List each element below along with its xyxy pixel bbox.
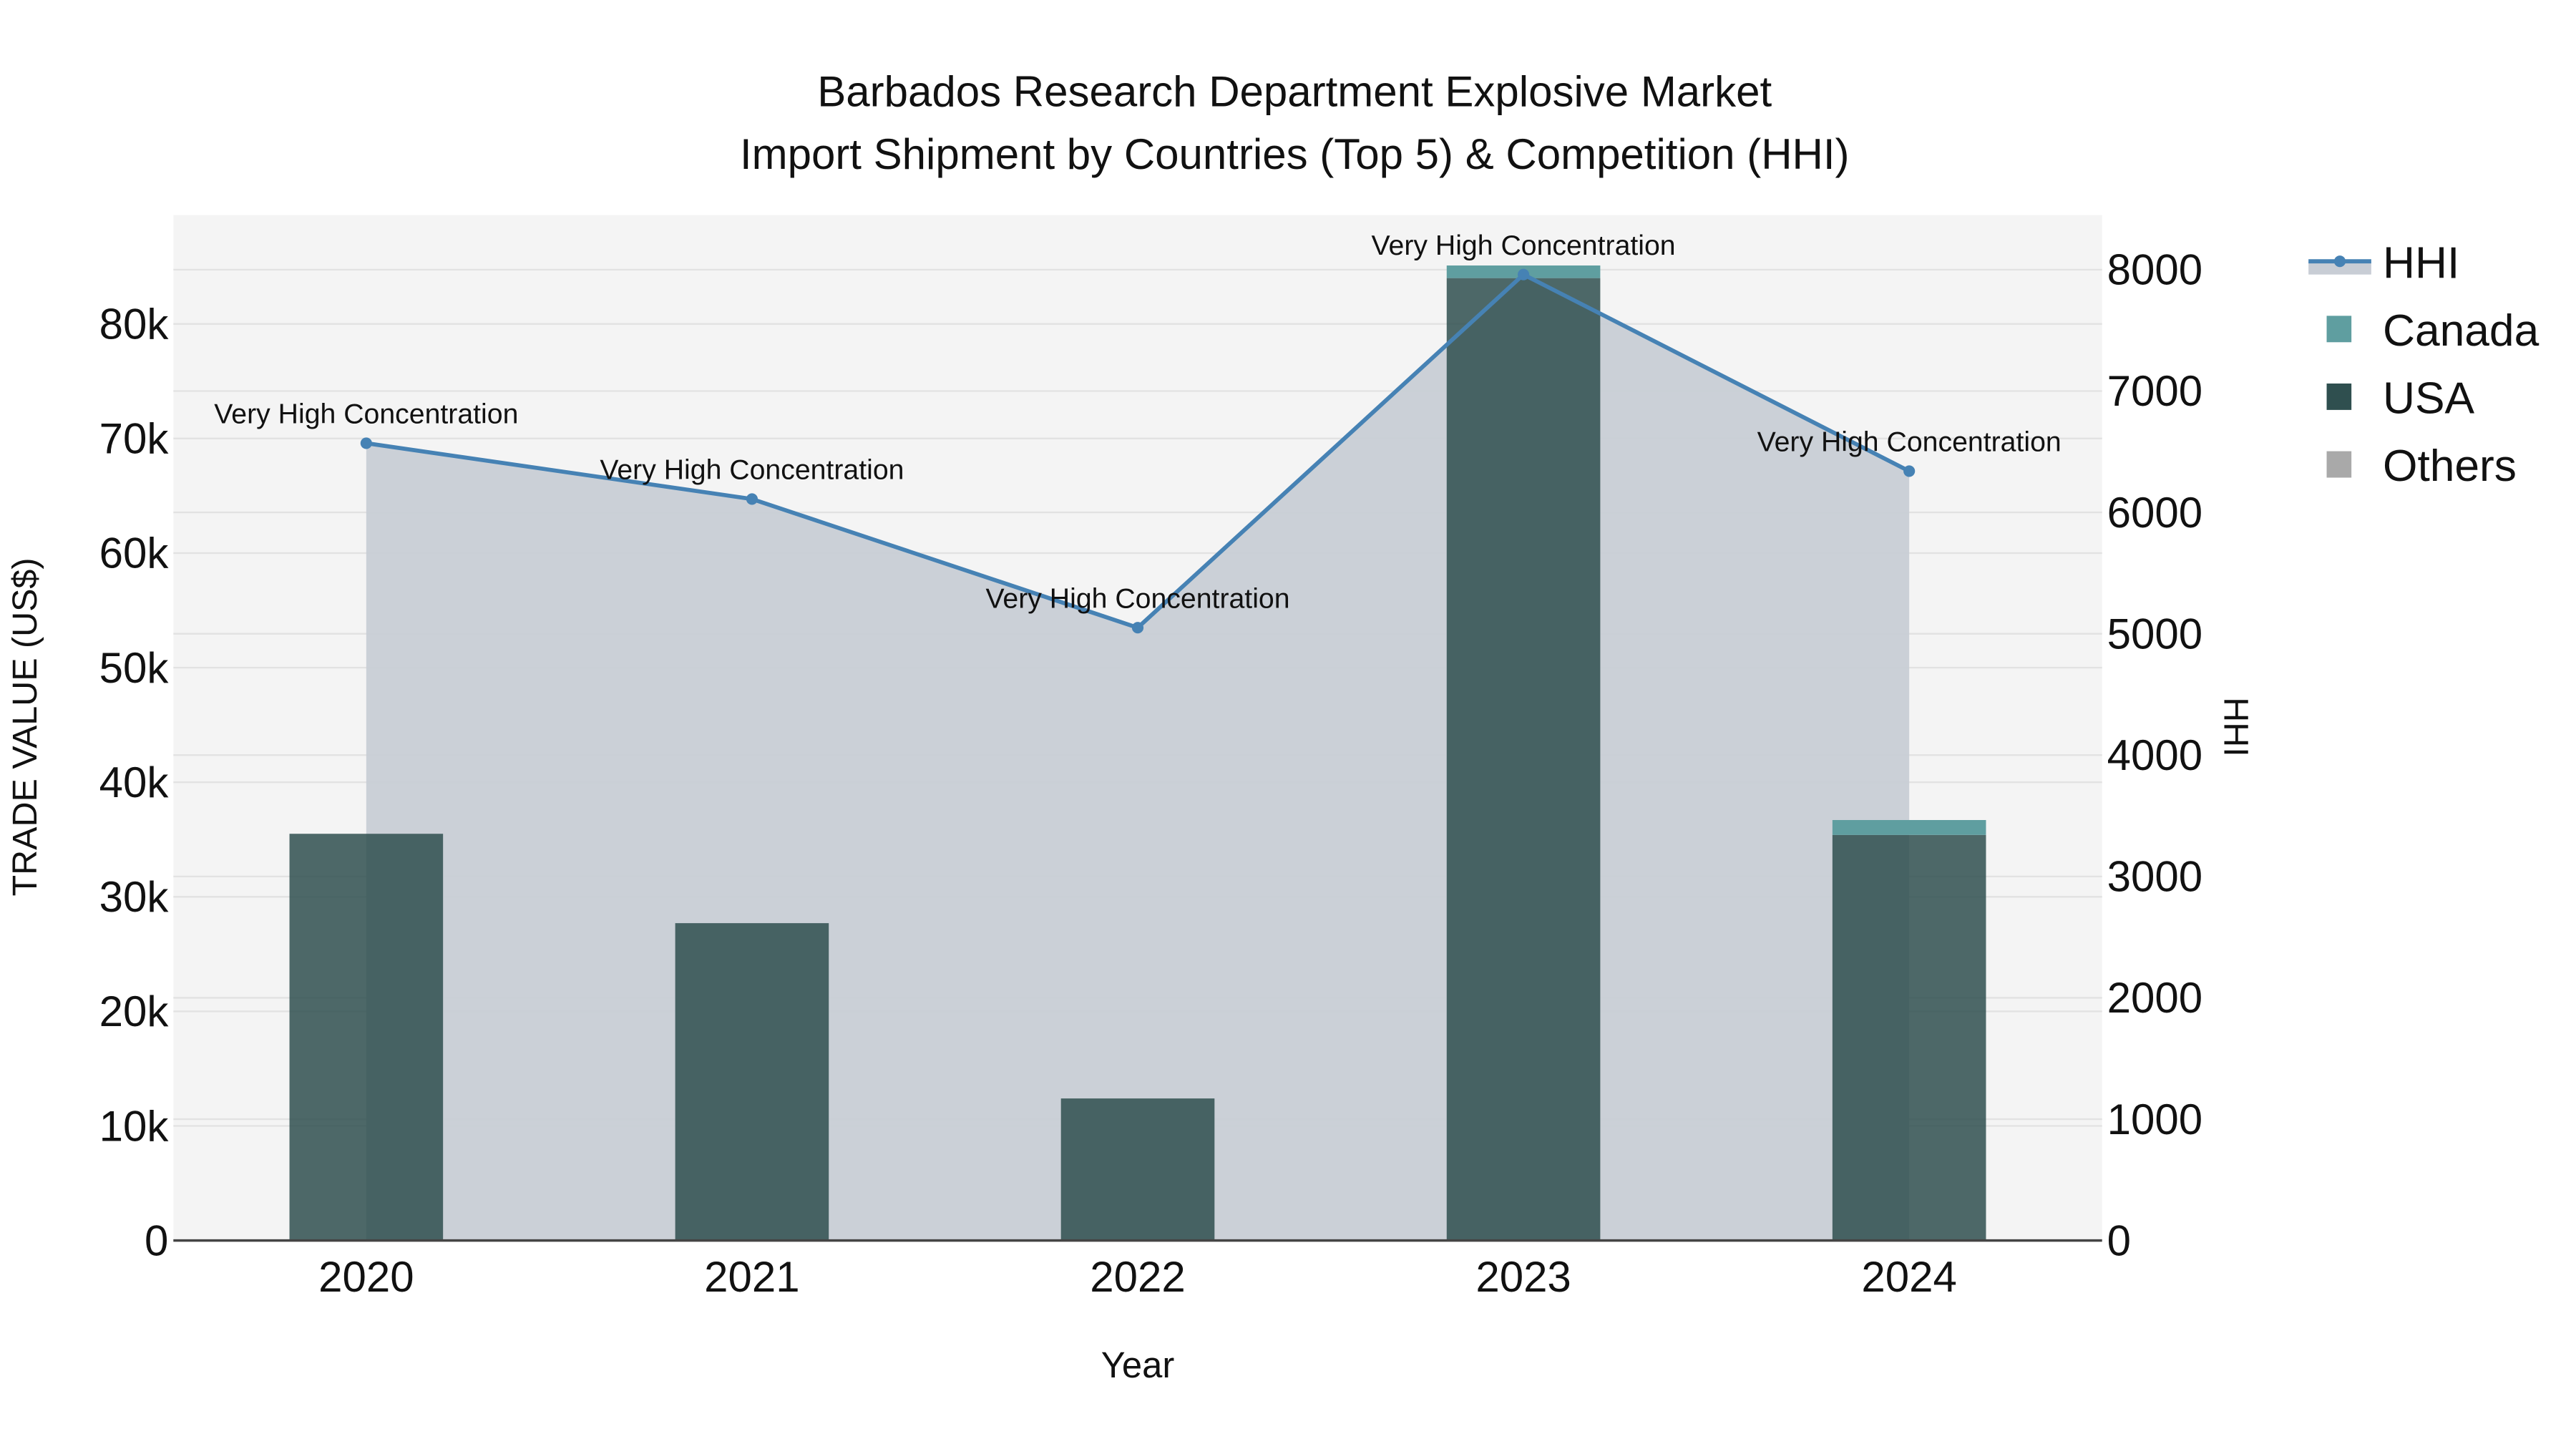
y2-tick-label: 4000 bbox=[2107, 731, 2202, 779]
legend-label-usa: USA bbox=[2383, 374, 2475, 424]
x-tick-label: 2023 bbox=[1475, 1253, 1571, 1301]
bar-usa-2024 bbox=[1832, 834, 1986, 1241]
chart: Barbados Research Department Explosive M… bbox=[6, 67, 2540, 1385]
hhi-annotation: Very High Concentration bbox=[1757, 426, 2062, 458]
y-tick-label: 10k bbox=[99, 1102, 170, 1150]
y-tick-label: 20k bbox=[99, 987, 170, 1035]
y2-tick-label: 2000 bbox=[2107, 974, 2202, 1022]
legend-swatch-others bbox=[2326, 451, 2352, 478]
hhi-point-2020 bbox=[360, 437, 372, 449]
y-tick-label: 30k bbox=[99, 873, 170, 921]
y-axis-label: TRADE VALUE (US$) bbox=[6, 557, 44, 896]
y2-axis-label: HHI bbox=[2216, 697, 2255, 756]
y2-tick-label: 7000 bbox=[2107, 367, 2202, 415]
bar-usa-2022 bbox=[1060, 1098, 1215, 1241]
legend-swatch-usa bbox=[2326, 383, 2352, 410]
hhi-point-2023 bbox=[1518, 268, 1530, 280]
legend-marker-hhi bbox=[2333, 255, 2346, 268]
y2-tick-label: 0 bbox=[2107, 1216, 2131, 1264]
hhi-annotation: Very High Concentration bbox=[214, 399, 518, 430]
y2-tick-label: 6000 bbox=[2107, 489, 2202, 537]
legend-label-canada: Canada bbox=[2383, 306, 2540, 356]
x-axis-label: Year bbox=[1101, 1345, 1175, 1385]
hhi-annotation: Very High Concentration bbox=[600, 454, 904, 486]
y2-tick-label: 3000 bbox=[2107, 853, 2202, 901]
y-tick-label: 70k bbox=[99, 415, 170, 463]
chart-title-line2: Import Shipment by Countries (Top 5) & C… bbox=[740, 130, 1850, 178]
bar-usa-2023 bbox=[1446, 278, 1601, 1241]
x-tick-label: 2020 bbox=[318, 1253, 414, 1301]
bar-usa-2020 bbox=[289, 834, 444, 1241]
y-tick-label: 40k bbox=[99, 758, 170, 806]
legend-swatch-canada bbox=[2326, 316, 2352, 343]
y2-tick-label: 8000 bbox=[2107, 246, 2202, 294]
hhi-annotation: Very High Concentration bbox=[1372, 230, 1676, 261]
x-tick-label: 2022 bbox=[1090, 1253, 1185, 1301]
y-tick-label: 80k bbox=[99, 300, 170, 348]
chart-title-line1: Barbados Research Department Explosive M… bbox=[817, 67, 1772, 115]
bar-usa-2021 bbox=[675, 923, 829, 1241]
hhi-point-2021 bbox=[746, 493, 758, 505]
x-tick-label: 2024 bbox=[1861, 1253, 1956, 1301]
x-tick-label: 2021 bbox=[704, 1253, 799, 1301]
y-tick-label: 0 bbox=[145, 1216, 168, 1264]
hhi-annotation: Very High Concentration bbox=[985, 583, 1289, 615]
legend: HHI Canada USA Others bbox=[2308, 238, 2540, 491]
hhi-point-2024 bbox=[1903, 465, 1916, 477]
bar-canada-2024 bbox=[1832, 820, 1986, 835]
y-tick-label: 50k bbox=[99, 644, 170, 692]
legend-label-others: Others bbox=[2383, 441, 2517, 491]
hhi-point-2022 bbox=[1131, 622, 1144, 634]
y-tick-label: 60k bbox=[99, 530, 170, 577]
legend-label-hhi: HHI bbox=[2383, 238, 2459, 288]
y2-tick-label: 1000 bbox=[2107, 1096, 2202, 1143]
y2-tick-label: 5000 bbox=[2107, 610, 2202, 658]
